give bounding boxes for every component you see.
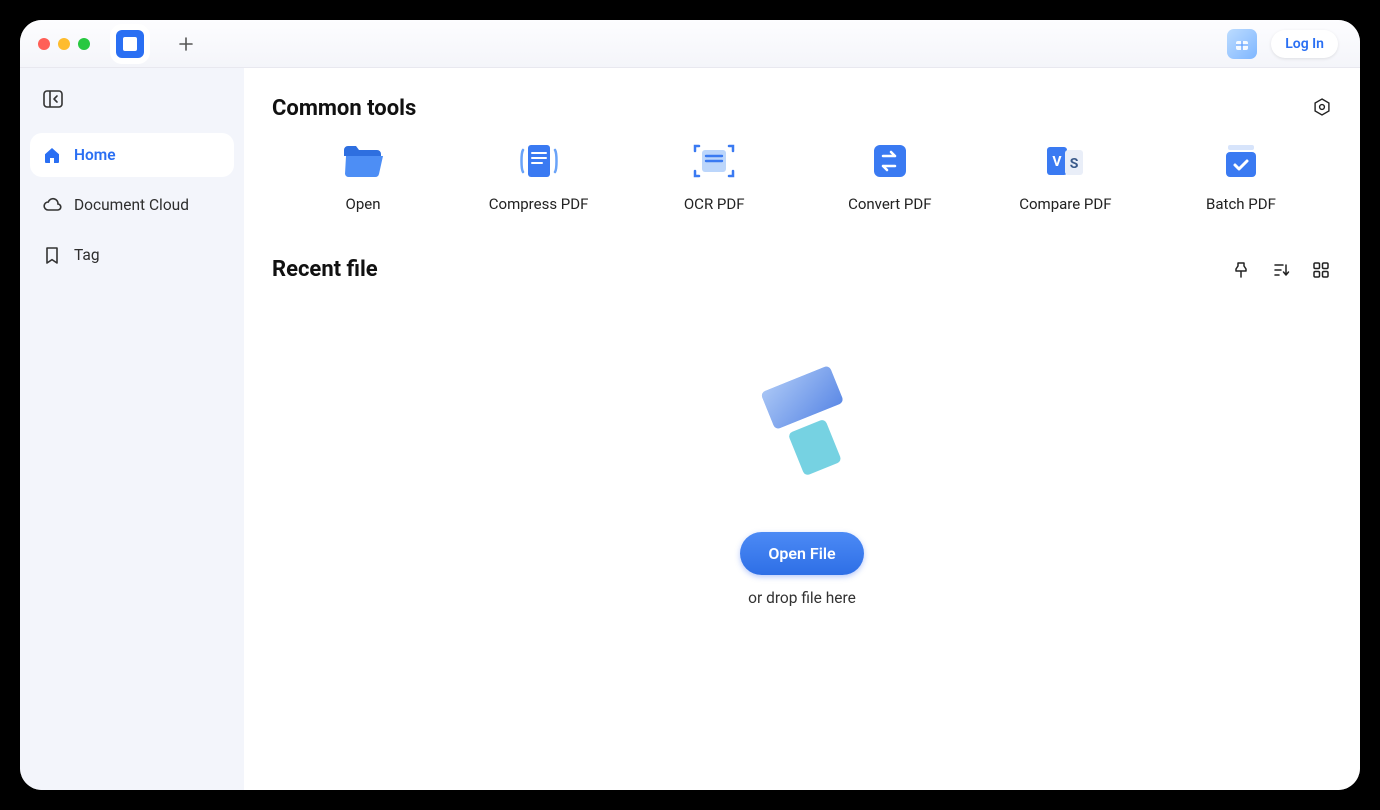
titlebar-left-group — [32, 30, 200, 58]
tool-label: Compress PDF — [489, 195, 589, 213]
grid-icon — [1312, 261, 1330, 279]
tool-label: Convert PDF — [848, 195, 931, 213]
tools-grid: Open Compress PDF OCR PDF — [272, 141, 1332, 213]
tool-label: Compare PDF — [1019, 195, 1111, 213]
main-content: Common tools Open — [244, 68, 1360, 790]
titlebar-right-group: Log In — [1227, 29, 1348, 59]
sort-icon — [1271, 260, 1291, 280]
sidebar-item-label: Tag — [74, 246, 100, 264]
bookmark-icon — [42, 245, 62, 265]
sidebar-item-document-cloud[interactable]: Document Cloud — [30, 183, 234, 227]
app-window: Log In Home Document — [20, 20, 1360, 790]
tools-settings-button[interactable] — [1312, 97, 1332, 121]
gift-icon — [1233, 35, 1251, 53]
common-tools-title: Common tools — [272, 96, 416, 121]
tool-label: Batch PDF — [1206, 195, 1276, 213]
svg-text:V: V — [1053, 154, 1063, 170]
cloud-icon — [42, 195, 62, 215]
pin-icon — [1231, 260, 1251, 280]
empty-state: Open File or drop file here — [272, 352, 1332, 607]
ocr-icon — [691, 141, 737, 181]
app-body: Home Document Cloud Tag Common tools — [20, 68, 1360, 790]
batch-icon — [1218, 141, 1264, 181]
close-window-button[interactable] — [38, 38, 50, 50]
promo-icon[interactable] — [1227, 29, 1257, 59]
common-tools-header: Common tools — [272, 96, 1332, 121]
gear-icon — [1312, 97, 1332, 117]
tool-label: Open — [346, 195, 381, 213]
collapse-sidebar-button[interactable] — [34, 82, 72, 116]
new-tab-button[interactable] — [172, 30, 200, 58]
tool-ocr[interactable]: OCR PDF — [629, 141, 799, 213]
sidebar-item-label: Home — [74, 146, 116, 164]
sidebar-item-home[interactable]: Home — [30, 133, 234, 177]
open-file-button[interactable]: Open File — [740, 532, 863, 575]
titlebar: Log In — [20, 20, 1360, 68]
convert-icon — [867, 141, 913, 181]
compare-icon: VS — [1042, 141, 1088, 181]
fullscreen-window-button[interactable] — [78, 38, 90, 50]
empty-illustration — [737, 352, 887, 502]
tool-convert[interactable]: Convert PDF — [805, 141, 975, 213]
tool-label: OCR PDF — [684, 195, 745, 213]
window-controls — [32, 38, 90, 50]
open-folder-icon — [340, 141, 386, 181]
sidebar-item-tag[interactable]: Tag — [30, 233, 234, 277]
sort-button[interactable] — [1270, 259, 1292, 281]
minimize-window-button[interactable] — [58, 38, 70, 50]
tool-compress[interactable]: Compress PDF — [454, 141, 624, 213]
tool-batch[interactable]: Batch PDF — [1156, 141, 1326, 213]
recent-header: Recent file — [272, 257, 1332, 282]
tool-open[interactable]: Open — [278, 141, 448, 213]
view-grid-button[interactable] — [1310, 259, 1332, 281]
app-logo-icon — [123, 37, 137, 51]
plus-icon — [178, 36, 194, 52]
tool-compare[interactable]: VS Compare PDF — [980, 141, 1150, 213]
home-tab[interactable] — [116, 30, 144, 58]
svg-text:S: S — [1070, 156, 1079, 172]
recent-title: Recent file — [272, 257, 378, 282]
sidebar-item-label: Document Cloud — [74, 196, 189, 214]
recent-controls — [1230, 259, 1332, 281]
login-button[interactable]: Log In — [1271, 30, 1338, 58]
pin-button[interactable] — [1230, 259, 1252, 281]
sidebar: Home Document Cloud Tag — [20, 68, 244, 790]
home-icon — [42, 145, 62, 165]
compress-icon — [516, 141, 562, 181]
drop-hint-text: or drop file here — [748, 589, 856, 607]
panel-collapse-icon — [43, 90, 63, 108]
device-frame: Log In Home Document — [0, 0, 1380, 810]
